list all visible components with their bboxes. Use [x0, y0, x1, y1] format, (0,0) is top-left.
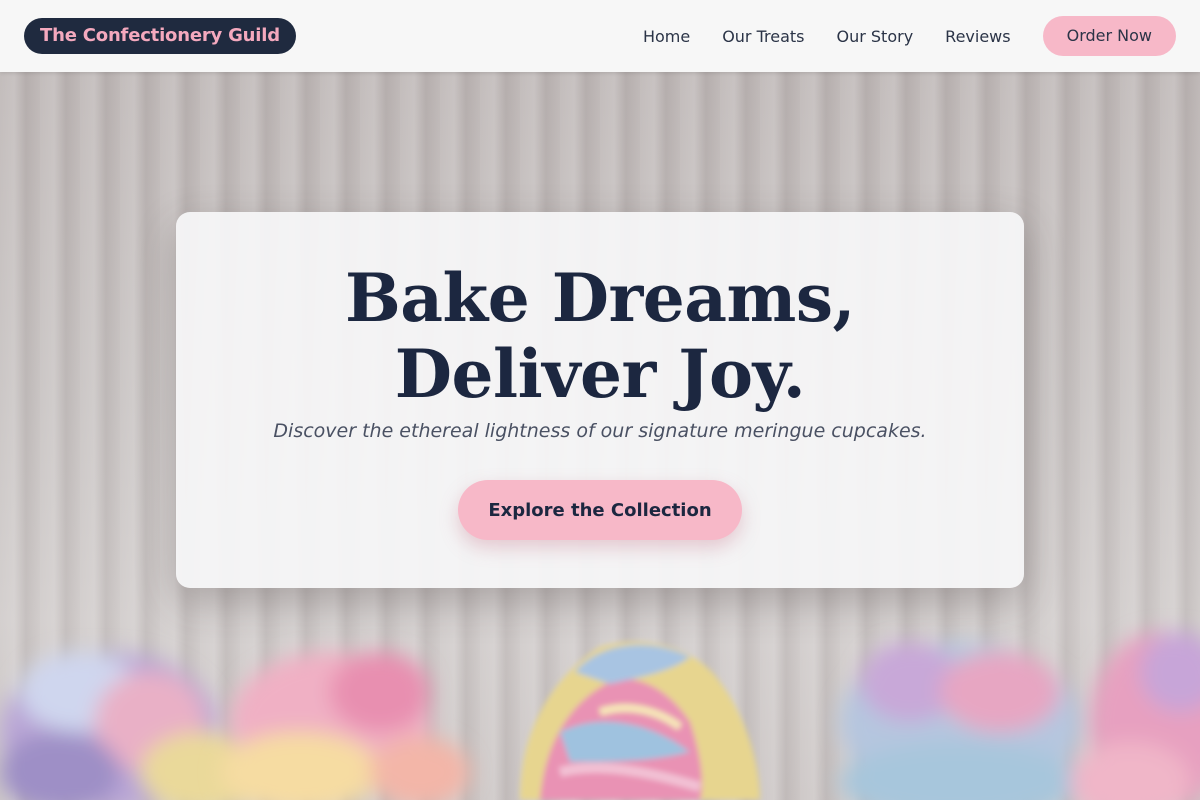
- hero-headline: Bake Dreams, Deliver Joy.: [345, 259, 855, 413]
- hero-subheadline: Discover the ethereal lightness of our s…: [273, 420, 927, 442]
- hero-card: Bake Dreams, Deliver Joy. Discover the e…: [176, 212, 1024, 588]
- nav-our-treats-link[interactable]: Our Treats: [722, 27, 804, 46]
- nav-our-story-link[interactable]: Our Story: [837, 27, 914, 46]
- nav-reviews-link[interactable]: Reviews: [945, 27, 1010, 46]
- explore-collection-button[interactable]: Explore the Collection: [458, 480, 742, 540]
- site-header: The Confectionery Guild Home Our Treats …: [0, 0, 1200, 72]
- order-now-button[interactable]: Order Now: [1042, 16, 1176, 56]
- nav-home-link[interactable]: Home: [643, 27, 690, 46]
- main-nav: Home Our Treats Our Story Reviews Order …: [643, 16, 1176, 56]
- brand-logo[interactable]: The Confectionery Guild: [24, 18, 296, 54]
